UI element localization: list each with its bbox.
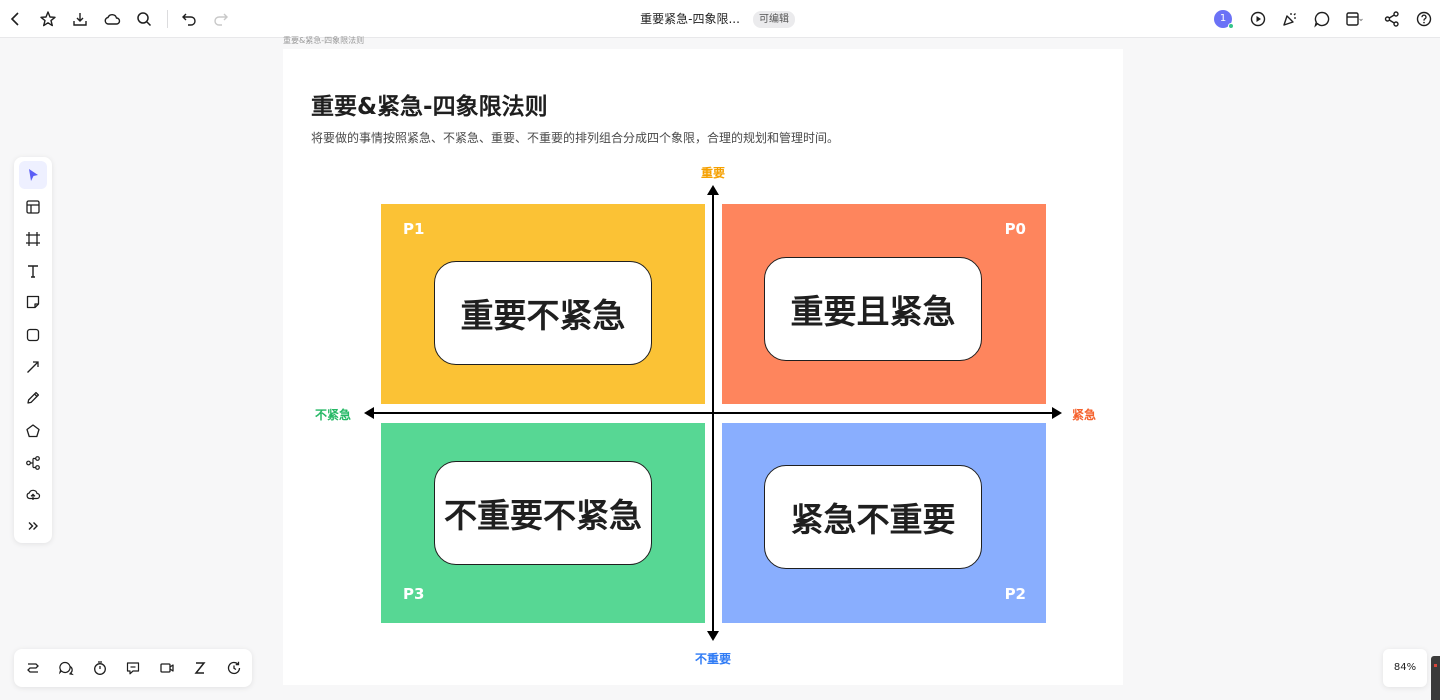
polygon-icon[interactable] [19,417,47,445]
whiteboard-frame[interactable]: 重要&紧急-四象限法则 将要做的事情按照紧急、不紧急、重要、不重要的排列组合分成… [283,49,1123,685]
frame-icon[interactable] [19,225,47,253]
star-icon[interactable] [36,7,60,31]
axis-label-not-urgent[interactable]: 不紧急 [315,406,351,423]
top-bar: 重要紧急-四象限... 可编辑 1 [0,0,1440,38]
arrow-right [1052,407,1062,419]
video-icon[interactable] [155,656,179,680]
toolbar-divider [167,10,168,28]
edit-status-badge: 可编辑 [753,11,795,28]
share-icon[interactable] [1380,7,1404,31]
axis-label-urgent[interactable]: 紧急 [1072,406,1096,423]
more-icon[interactable] [19,512,47,540]
pen-icon[interactable] [19,384,47,412]
collaborator-avatar[interactable]: 1 [1214,10,1234,29]
comment-icon[interactable] [1310,7,1334,31]
arrow-up [707,185,719,195]
zoom-level[interactable]: 84% [1383,649,1427,687]
select-icon[interactable] [19,161,47,189]
cloud-icon[interactable] [100,7,124,31]
text-icon[interactable] [19,257,47,285]
corner-widget[interactable] [1431,656,1440,700]
chat-icon[interactable] [121,656,145,680]
mindmap-icon[interactable] [19,449,47,477]
arrow-down [707,631,719,641]
history-icon[interactable] [222,656,246,680]
frame-breadcrumb[interactable]: 重要&紧急-四象限法则 [283,35,364,46]
import-icon[interactable] [68,7,92,31]
online-indicator [1228,23,1234,29]
layout-icon[interactable] [1342,7,1366,31]
undo-icon[interactable] [177,7,201,31]
redo-icon[interactable] [209,7,233,31]
left-toolbar [14,157,52,543]
axis-label-important[interactable]: 重要 [701,164,725,181]
corner-indicator [1434,664,1437,667]
help-icon[interactable] [1412,7,1436,31]
timer-icon[interactable] [88,656,112,680]
comments-icon[interactable] [54,656,78,680]
template-icon[interactable] [19,193,47,221]
arrow-left [364,407,374,419]
sleep-icon[interactable] [188,656,212,680]
shape-icon[interactable] [19,321,47,349]
sticky-note-icon[interactable] [19,288,47,316]
axes [364,185,1062,641]
back-icon[interactable] [4,7,28,31]
collaborator-count: 1 [1219,13,1227,24]
play-icon[interactable] [1246,7,1270,31]
axis-label-not-important[interactable]: 不重要 [695,650,731,667]
connector-icon[interactable] [19,353,47,381]
celebrate-icon[interactable] [1278,7,1302,31]
search-icon[interactable] [132,7,156,31]
flow-icon[interactable] [21,656,45,680]
upload-icon[interactable] [19,480,47,508]
bottom-toolbar [14,649,252,687]
